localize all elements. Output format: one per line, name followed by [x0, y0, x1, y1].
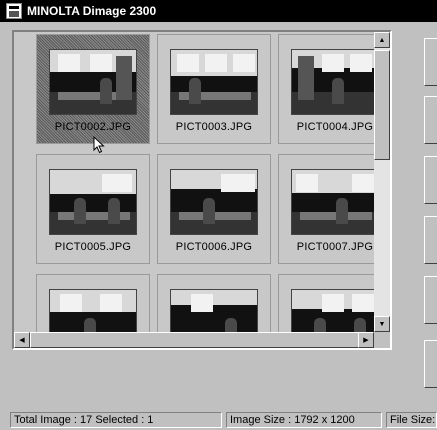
thumbnail-item[interactable]: PICT0002.JPG — [36, 34, 150, 144]
thumbnail-item[interactable]: PICT0006.JPG — [157, 154, 271, 264]
thumbnail-label: PICT0006.JPG — [175, 241, 253, 253]
mouse-pointer-icon — [93, 136, 105, 154]
up-arrow-icon: ▲ — [378, 36, 386, 44]
thumbnail-photo — [49, 169, 137, 235]
status-file-size: File Size: — [386, 412, 437, 428]
status-bar: Total Image : 17 Selected : 1 Image Size… — [0, 410, 437, 430]
thumbnail-photo — [170, 169, 258, 235]
thumbnail-viewport: PICT0002.JPG PICT0003.JPG PICT0004.JPG P… — [14, 32, 390, 348]
scroll-down-button[interactable]: ▼ — [374, 316, 390, 332]
side-toolbar-button[interactable] — [424, 96, 437, 144]
status-image-size: Image Size : 1792 x 1200 — [226, 412, 382, 428]
scroll-left-button[interactable]: ◀ — [14, 332, 30, 348]
thumbnail-photo — [170, 49, 258, 115]
right-arrow-icon: ▶ — [363, 336, 369, 344]
scrollbar-corner — [374, 332, 390, 348]
side-toolbar-button[interactable] — [424, 38, 437, 86]
thumbnail-label: PICT0003.JPG — [175, 121, 253, 133]
horizontal-scrollbar[interactable]: ◀ ▶ — [14, 332, 374, 348]
title-bar: MINOLTA Dimage 2300 — [0, 0, 437, 22]
horizontal-scroll-thumb[interactable] — [30, 332, 360, 348]
left-arrow-icon: ◀ — [19, 336, 25, 344]
vertical-scrollbar[interactable]: ▲ ▼ — [374, 32, 390, 332]
down-arrow-icon: ▼ — [378, 320, 386, 328]
scroll-right-button[interactable]: ▶ — [358, 332, 374, 348]
thumbnail-browser: PICT0002.JPG PICT0003.JPG PICT0004.JPG P… — [12, 30, 392, 350]
side-toolbar-button[interactable] — [424, 340, 437, 388]
vertical-scroll-thumb[interactable] — [374, 50, 390, 160]
thumbnail-photo — [291, 169, 379, 235]
scanner-app-icon — [6, 3, 22, 19]
thumbnail-label: PICT0005.JPG — [54, 241, 132, 253]
thumbnail-photo — [291, 49, 379, 115]
side-toolbar-button[interactable] — [424, 276, 437, 324]
thumbnail-item[interactable]: PICT0003.JPG — [157, 34, 271, 144]
thumbnail-item[interactable]: PICT0005.JPG — [36, 154, 150, 264]
side-toolbar-button[interactable] — [424, 216, 437, 264]
side-toolbar-button[interactable] — [424, 156, 437, 204]
window-title: MINOLTA Dimage 2300 — [27, 4, 157, 18]
status-total-selected: Total Image : 17 Selected : 1 — [10, 412, 222, 428]
thumbnail-label: PICT0002.JPG — [54, 121, 132, 133]
thumbnail-photo — [49, 49, 137, 115]
scroll-up-button[interactable]: ▲ — [374, 32, 390, 48]
